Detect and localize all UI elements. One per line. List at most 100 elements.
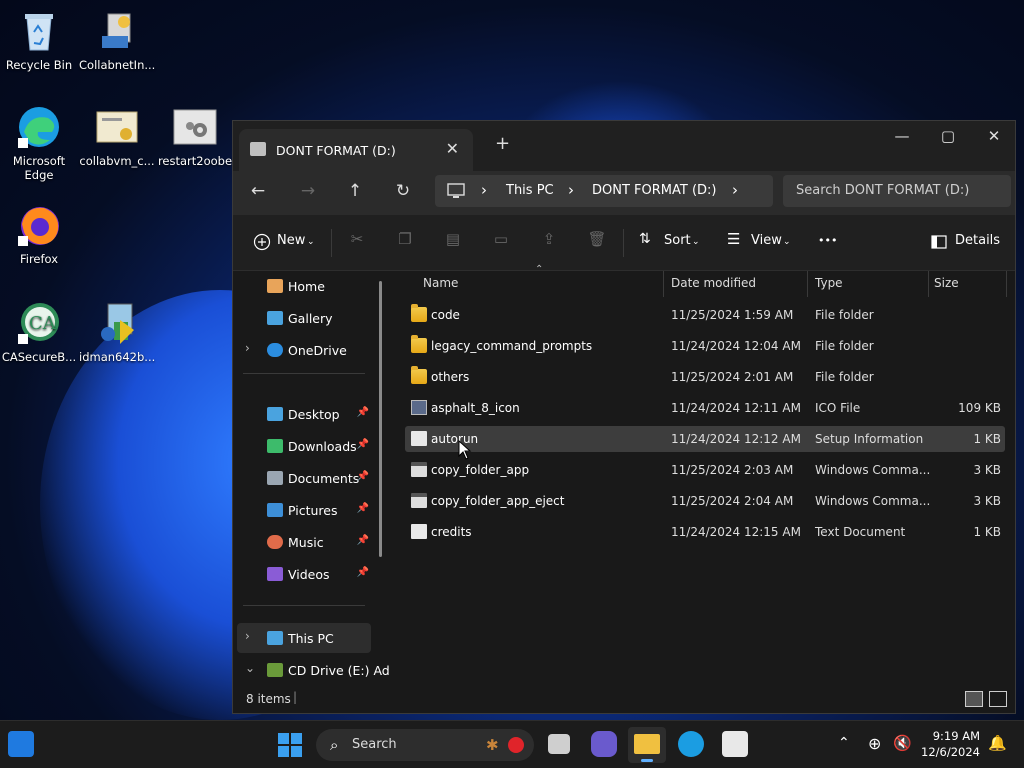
desktop-idman[interactable]: idman642b... [79, 300, 155, 364]
column-divider[interactable] [928, 271, 929, 297]
chevron-right-icon[interactable]: › [245, 629, 250, 643]
paste-icon[interactable]: ▤ [443, 230, 463, 250]
setup-file-icon [411, 431, 427, 446]
breadcrumb-drive[interactable]: DONT FORMAT (D:) [592, 183, 717, 198]
table-row[interactable]: asphalt_8_icon 11/24/2024 12:11 AM ICO F… [405, 395, 1005, 421]
store-icon[interactable] [722, 731, 748, 757]
desktop-edge[interactable]: Microsoft Edge [1, 104, 77, 182]
chevron-up-icon[interactable]: ⌃ [838, 735, 850, 751]
onedrive-icon [267, 343, 283, 357]
clock-date[interactable]: 12/6/2024 [914, 745, 980, 759]
file-type: Windows Comma... [815, 494, 931, 508]
sidebar-item-gallery[interactable]: Gallery [237, 303, 371, 333]
desktop-collabnet[interactable]: CollabnetIn... [79, 8, 155, 72]
table-row[interactable]: copy_folder_app_eject 11/25/2024 2:04 AM… [405, 488, 1005, 514]
sort-button[interactable]: Sort [664, 233, 691, 248]
forward-button[interactable]: → [293, 181, 323, 201]
sidebar-item-desktop[interactable]: Desktop 📌 [237, 399, 371, 429]
file-name: credits [431, 525, 472, 539]
sidebar-item-onedrive[interactable]: › OneDrive [237, 335, 371, 365]
column-header-name[interactable]: Name [423, 276, 458, 290]
table-row[interactable]: copy_folder_app 11/25/2024 2:03 AM Windo… [405, 457, 1005, 483]
sidebar-item-documents[interactable]: Documents 📌 [237, 463, 371, 493]
start-icon[interactable] [278, 733, 302, 757]
breadcrumb-sep: › [481, 181, 487, 199]
close-button[interactable]: ✕ [971, 127, 1017, 145]
sidebar-item-downloads[interactable]: Downloads 📌 [237, 431, 371, 461]
desktop-recycle-bin[interactable]: Recycle Bin [1, 8, 77, 72]
sidebar-item-music[interactable]: Music 📌 [237, 527, 371, 557]
tab-dont-format[interactable]: DONT FORMAT (D:) ✕ [239, 129, 473, 171]
edge-taskbar-icon[interactable] [678, 731, 704, 757]
new-tab-button[interactable]: + [495, 133, 510, 154]
table-row[interactable]: code 11/25/2024 1:59 AM File folder [405, 302, 1005, 328]
tab-close-icon[interactable]: ✕ [446, 139, 459, 158]
column-header-size[interactable]: Size [934, 276, 959, 290]
title-bar: DONT FORMAT (D:) ✕ + — ▢ ✕ [233, 121, 1015, 171]
breadcrumb-this-pc[interactable]: This PC [506, 183, 554, 198]
sidebar-item-this-pc[interactable]: › This PC [237, 623, 371, 653]
more-options-button[interactable]: ••• [818, 234, 837, 247]
certificate-icon [94, 104, 140, 150]
monitor-icon [447, 183, 465, 198]
taskbar-search[interactable]: ⌕ Search ✱ [316, 729, 534, 761]
file-size: 3 KB [973, 494, 1001, 508]
table-row[interactable]: credits 11/24/2024 12:15 AM Text Documen… [405, 519, 1005, 545]
sidebar-item-pictures[interactable]: Pictures 📌 [237, 495, 371, 525]
file-type: File folder [815, 308, 874, 322]
desktop-icon-label: idman642b... [79, 350, 156, 364]
minimize-button[interactable]: — [879, 127, 925, 145]
network-icon[interactable]: ⊕ [868, 734, 881, 753]
desktop-icon-label: restart2oobe [157, 154, 233, 168]
table-row-selected[interactable]: autorun 11/24/2024 12:12 AM Setup Inform… [405, 426, 1005, 452]
desktop-restart2oobe[interactable]: restart2oobe [157, 104, 233, 168]
desktop-collabvm-cert[interactable]: collabvm_c... [79, 104, 155, 168]
volume-muted-icon[interactable]: 🔇 [893, 734, 912, 752]
file-date: 11/25/2024 2:04 AM [671, 494, 794, 508]
table-row[interactable]: others 11/25/2024 2:01 AM File folder [405, 364, 1005, 390]
sidebar-item-home[interactable]: Home [237, 271, 371, 301]
desktop-casecure[interactable]: CA CASecureB... [1, 300, 77, 364]
task-view-icon[interactable] [548, 734, 570, 754]
breadcrumb[interactable]: › This PC › DONT FORMAT (D:) › [435, 175, 773, 207]
home-icon [267, 279, 283, 293]
column-header-date[interactable]: Date modified [671, 276, 756, 290]
chevron-down-icon[interactable]: ⌄ [245, 661, 255, 675]
search-input[interactable]: Search DONT FORMAT (D:) [783, 175, 1011, 207]
teams-icon[interactable] [591, 731, 617, 757]
pictures-icon [267, 503, 283, 517]
downloads-icon [267, 439, 283, 453]
column-divider[interactable] [663, 271, 664, 297]
refresh-button[interactable]: ↻ [388, 181, 418, 201]
column-header-type[interactable]: Type [815, 276, 843, 290]
file-type: File folder [815, 370, 874, 384]
navigation-scrollbar[interactable] [379, 281, 382, 557]
new-button[interactable]: New [277, 233, 305, 248]
cut-icon[interactable]: ✂ [347, 230, 367, 250]
view-button[interactable]: View [751, 233, 782, 248]
desktop-firefox[interactable]: Firefox [1, 202, 77, 266]
clock-time[interactable]: 9:19 AM [926, 729, 980, 743]
sidebar-item-videos[interactable]: Videos 📌 [237, 559, 371, 589]
up-button[interactable]: ↑ [340, 181, 370, 201]
mouse-cursor-icon [458, 440, 472, 460]
share-icon[interactable]: ⇪ [539, 230, 559, 250]
file-explorer-taskbar-icon[interactable] [628, 727, 666, 763]
details-view-icon[interactable] [965, 691, 984, 707]
column-divider[interactable] [807, 271, 808, 297]
tiles-view-icon[interactable] [989, 691, 1007, 707]
maximize-button[interactable]: ▢ [925, 127, 971, 145]
copy-icon[interactable]: ❐ [395, 230, 415, 250]
file-name: legacy_command_prompts [431, 339, 593, 353]
folder-icon [411, 366, 427, 384]
table-row[interactable]: legacy_command_prompts 11/24/2024 12:04 … [405, 333, 1005, 359]
chevron-right-icon[interactable]: › [245, 341, 250, 355]
details-button[interactable]: Details [955, 233, 1000, 248]
column-divider[interactable] [1006, 271, 1007, 297]
view-lines-icon: ☰ [727, 230, 741, 248]
back-button[interactable]: ← [243, 181, 273, 201]
notification-bell-icon[interactable]: 🔔 [988, 734, 1007, 752]
delete-icon[interactable]: 🗑 [587, 230, 607, 250]
rename-icon[interactable]: ▭ [491, 230, 511, 250]
widgets-icon[interactable] [8, 731, 34, 757]
